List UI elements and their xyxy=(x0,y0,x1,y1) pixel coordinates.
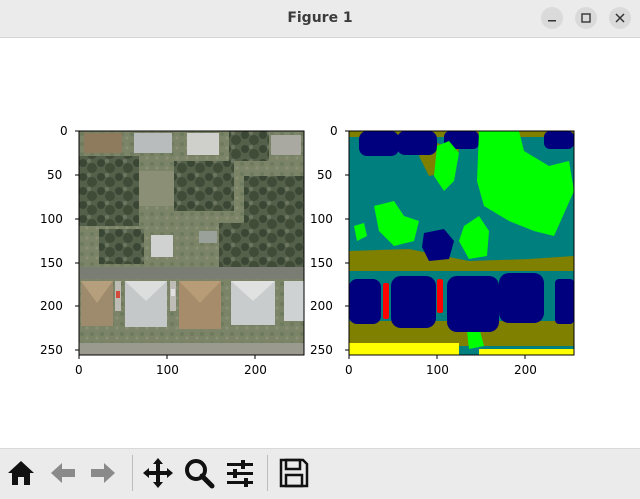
configure-subplots-button[interactable] xyxy=(222,455,258,491)
left-ytick-250: 250 xyxy=(40,343,63,357)
back-icon xyxy=(51,463,75,483)
right-xtick-200: 200 xyxy=(514,363,537,377)
right-ytick-150: 150 xyxy=(310,256,333,270)
title-bar: Figure 1 xyxy=(0,0,640,38)
home-button[interactable] xyxy=(3,455,39,491)
maximize-icon xyxy=(581,13,591,23)
pan-icon xyxy=(143,458,173,488)
figure-canvas[interactable]: 0 50 100 150 200 250 0 100 200 0 50 100 … xyxy=(0,38,640,448)
toolbar-separator xyxy=(132,455,133,491)
right-ytick-250: 250 xyxy=(310,343,333,357)
pan-button[interactable] xyxy=(140,455,176,491)
close-button[interactable] xyxy=(609,7,631,29)
left-ytick-50: 50 xyxy=(47,168,63,182)
left-xtick-100: 100 xyxy=(156,363,179,377)
forward-icon xyxy=(91,463,115,483)
right-xtick-0: 0 xyxy=(345,363,353,377)
toolbar-separator xyxy=(267,455,268,491)
minimize-button[interactable] xyxy=(541,7,563,29)
right-axes xyxy=(345,130,575,359)
left-xtick-0: 0 xyxy=(75,363,83,377)
left-ytick-100: 100 xyxy=(40,212,63,226)
save-icon xyxy=(279,458,309,488)
home-icon xyxy=(8,461,34,485)
left-ytick-150: 150 xyxy=(40,256,63,270)
zoom-button[interactable] xyxy=(181,455,217,491)
close-icon xyxy=(615,13,625,23)
zoom-icon xyxy=(185,459,215,489)
maximize-button[interactable] xyxy=(575,7,597,29)
right-xtick-100: 100 xyxy=(426,363,449,377)
navigation-toolbar xyxy=(0,448,640,499)
configure-subplots-icon xyxy=(227,460,253,487)
left-axes xyxy=(75,130,305,359)
right-ytick-100: 100 xyxy=(310,212,333,226)
right-ytick-0: 0 xyxy=(330,124,338,138)
right-ytick-200: 200 xyxy=(310,299,333,313)
save-button[interactable] xyxy=(276,455,312,491)
left-ytick-200: 200 xyxy=(40,299,63,313)
minimize-icon xyxy=(548,20,556,22)
left-xtick-200: 200 xyxy=(244,363,267,377)
forward-button[interactable] xyxy=(85,455,121,491)
left-ytick-0: 0 xyxy=(60,124,68,138)
back-button[interactable] xyxy=(45,455,81,491)
right-ytick-50: 50 xyxy=(317,168,333,182)
